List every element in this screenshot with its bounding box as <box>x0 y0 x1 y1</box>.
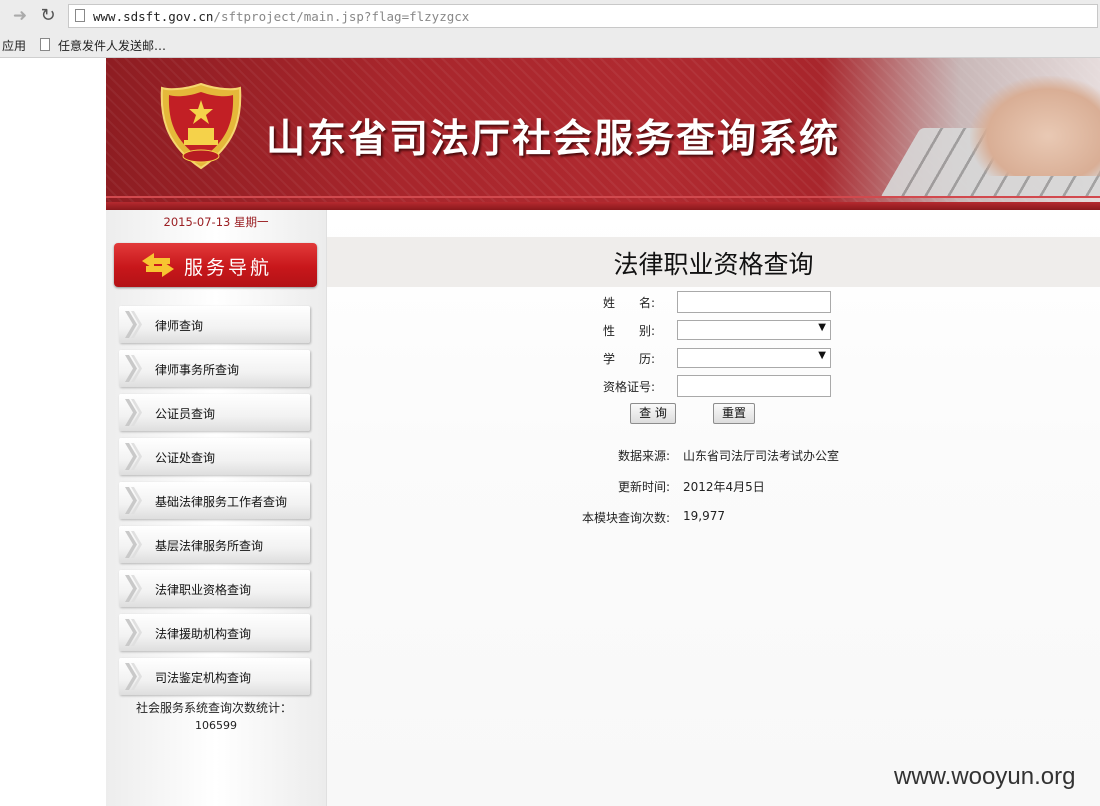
sidebar-item-notary[interactable]: 公证员查询 <box>119 394 310 431</box>
forward-arrow-icon[interactable]: ➜ <box>10 6 30 26</box>
source-label: 数据来源: <box>617 449 670 463</box>
justice-emblem-icon <box>160 82 242 170</box>
stats-value: 106599 <box>195 719 237 732</box>
chevron-right-icon <box>125 399 142 426</box>
updated-label: 更新时间: <box>617 480 670 494</box>
main-content: 法律职业资格查询 姓 名: 性 别: ▼ 学 历: ▼ 资格证号: 查 询 重置… <box>327 210 1100 806</box>
sidebar-item-label: 法律援助机构查询 <box>155 627 252 641</box>
sidebar-item-label: 律师查询 <box>155 319 204 333</box>
bookmark-apps[interactable]: 应用 <box>2 37 26 54</box>
sidebar-item-legal-aid[interactable]: 法律援助机构查询 <box>119 614 310 651</box>
sidebar-item-grassroots-office[interactable]: 基层法律服务所查询 <box>119 526 310 563</box>
sidebar-item-lawyer[interactable]: 律师查询 <box>119 306 310 343</box>
current-date: 2015-07-13 星期一 <box>163 215 269 229</box>
url-text: www.sdsft.gov.cn/sftproject/main.jsp?fla… <box>93 9 469 24</box>
chevron-right-icon <box>125 663 142 690</box>
sidebar: 2015-07-13 星期一 服务导航 律师查询 律师事务所查询 公证员查询 公… <box>106 210 327 806</box>
sidebar-item-legal-qualification[interactable]: 法律职业资格查询 <box>119 570 310 607</box>
address-bar[interactable]: www.sdsft.gov.cn/sftproject/main.jsp?fla… <box>68 4 1098 28</box>
reload-icon[interactable]: ↻ <box>38 6 58 26</box>
banner-stripe <box>106 196 1100 198</box>
chevron-right-icon <box>125 355 142 382</box>
education-label: 学 历: <box>603 352 656 366</box>
browser-toolbar: ➜ ↻ www.sdsft.gov.cn/sftproject/main.jsp… <box>0 0 1100 33</box>
sidebar-item-label: 基层法律服务所查询 <box>155 539 264 553</box>
sidebar-item-legal-worker[interactable]: 基础法律服务工作者查询 <box>119 482 310 519</box>
chevron-right-icon <box>125 487 142 514</box>
site-banner: 山东省司法厅社会服务查询系统 <box>106 58 1100 210</box>
url-path: /sftproject/main.jsp?flag=flzyzgcx <box>213 9 470 24</box>
cert-number-input[interactable] <box>677 375 831 397</box>
sidebar-item-label: 公证处查询 <box>155 451 216 465</box>
bookmark-item[interactable]: 任意发件人发送邮… <box>58 37 166 54</box>
sidebar-item-notary-office[interactable]: 公证处查询 <box>119 438 310 475</box>
stats-label: 社会服务系统查询次数统计： <box>135 701 292 715</box>
sidebar-item-label: 法律职业资格查询 <box>155 583 252 597</box>
reset-button[interactable]: 重置 <box>713 403 755 424</box>
chevron-right-icon <box>125 443 142 470</box>
chevron-right-icon <box>125 575 142 602</box>
chevron-right-icon <box>125 619 142 646</box>
query-count-label: 本模块查询次数: <box>581 511 670 525</box>
search-button[interactable]: 查 询 <box>630 403 676 424</box>
dropdown-arrow-icon: ▼ <box>818 322 826 333</box>
nav-title: 服务导航 <box>184 257 273 279</box>
site-title: 山东省司法厅社会服务查询系统 <box>266 117 841 162</box>
sidebar-item-forensic[interactable]: 司法鉴定机构查询 <box>119 658 310 695</box>
title-bar: 法律职业资格查询 <box>327 237 1100 287</box>
banner-bottom-line <box>106 202 1100 210</box>
sidebar-item-label: 律师事务所查询 <box>155 363 240 377</box>
gender-select[interactable]: ▼ <box>677 320 831 340</box>
chevron-right-icon <box>125 311 142 338</box>
document-icon <box>40 38 50 51</box>
updated-value: 2012年4月5日 <box>683 480 765 494</box>
sidebar-item-label: 基础法律服务工作者查询 <box>155 495 288 509</box>
hand-image <box>970 76 1100 176</box>
page-icon <box>75 9 85 22</box>
chevron-right-icon <box>125 531 142 558</box>
sidebar-item-law-firm[interactable]: 律师事务所查询 <box>119 350 310 387</box>
gender-label: 性 别: <box>603 324 656 338</box>
name-input[interactable] <box>677 291 831 313</box>
source-value: 山东省司法厅司法考试办公室 <box>683 449 840 463</box>
watermark: www.wooyun.org <box>894 763 1076 790</box>
page-title: 法律职业资格查询 <box>613 250 814 279</box>
query-count-value: 19,977 <box>683 509 725 523</box>
sidebar-item-label: 公证员查询 <box>155 407 216 421</box>
sidebar-item-label: 司法鉴定机构查询 <box>155 671 252 685</box>
bookmarks-bar: 应用 任意发件人发送邮… <box>0 33 1100 58</box>
url-host: www.sdsft.gov.cn <box>93 9 214 24</box>
education-select[interactable]: ▼ <box>677 348 831 368</box>
exchange-arrows-icon <box>142 253 174 277</box>
cert-number-label: 资格证号: <box>603 380 656 394</box>
dropdown-arrow-icon: ▼ <box>818 350 826 361</box>
nav-header: 服务导航 <box>114 243 317 287</box>
name-label: 姓 名: <box>603 296 656 310</box>
